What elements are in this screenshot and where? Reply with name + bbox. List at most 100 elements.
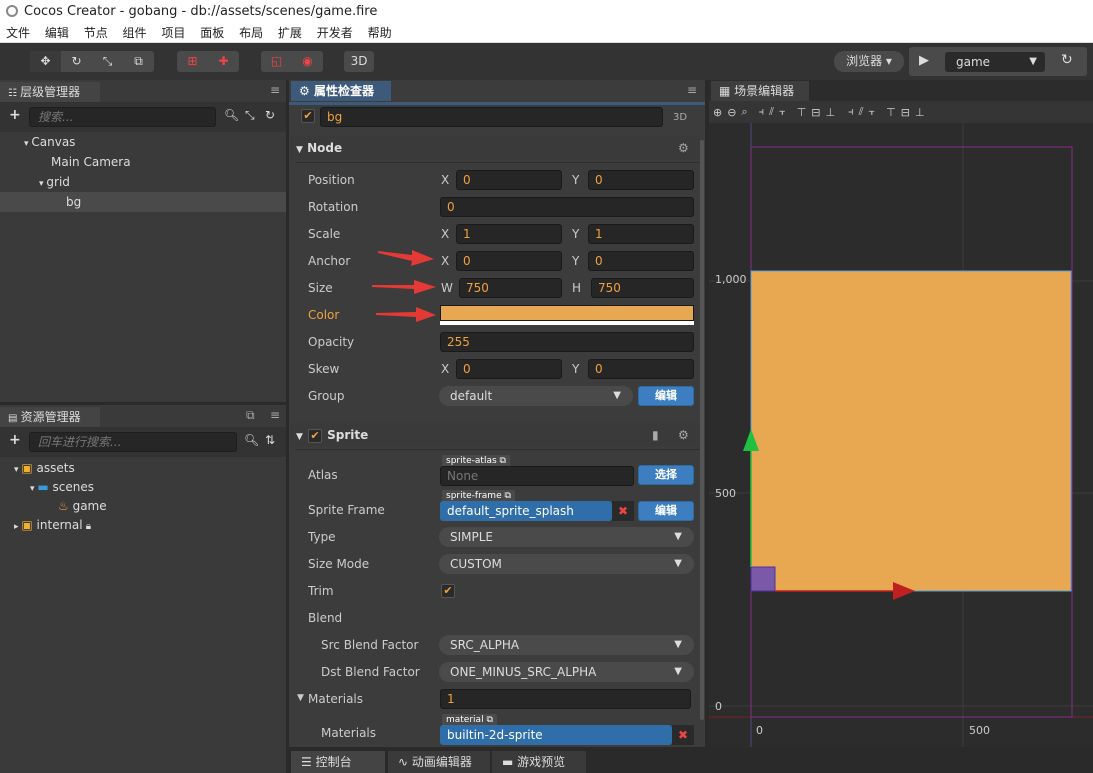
align-hcenter-icon[interactable]: ⫽ bbox=[769, 105, 774, 119]
group-edit-button[interactable]: 编辑 bbox=[638, 386, 694, 406]
align-top-icon[interactable]: ⊤ bbox=[797, 106, 807, 119]
asset-folder-internal[interactable]: ▸ ▣ internal 🔒︎ bbox=[14, 515, 91, 535]
menu-project[interactable]: 项目 bbox=[161, 26, 185, 40]
distribute-top-icon[interactable]: ⊤ bbox=[886, 106, 896, 119]
search-icon[interactable]: 🔍︎ bbox=[244, 433, 259, 447]
inspector-scrollbar[interactable] bbox=[700, 140, 704, 720]
distribute-vcenter-icon[interactable]: ⊟ bbox=[901, 106, 910, 119]
gear-icon[interactable]: ⚙ bbox=[678, 423, 689, 447]
sprite-enabled-checkbox[interactable]: ✔ bbox=[308, 429, 322, 443]
local-coord-icon[interactable]: ◱ bbox=[261, 51, 292, 72]
console-tab[interactable]: ☰ 控制台 bbox=[291, 751, 385, 773]
sprite-section-header[interactable]: ▼ Sprite ▮ ⚙ bbox=[290, 423, 700, 447]
tree-node-grid[interactable]: ▾ grid bbox=[39, 172, 70, 192]
tree-node-bg[interactable]: bg bbox=[0, 192, 286, 212]
sprite-frame-input[interactable]: default_sprite_splash bbox=[440, 501, 612, 521]
type-select[interactable]: SIMPLE ▼ bbox=[439, 527, 694, 547]
atlas-select-button[interactable]: 选择 bbox=[638, 465, 694, 485]
skew-y-input[interactable]: 0 bbox=[588, 359, 694, 379]
scene-canvas[interactable] bbox=[709, 123, 1093, 747]
3d-toggle[interactable]: 3D bbox=[344, 51, 374, 72]
menu-component[interactable]: 组件 bbox=[123, 26, 147, 40]
clear-icon[interactable]: ✖ bbox=[612, 501, 634, 521]
rotation-input[interactable]: 0 bbox=[440, 197, 694, 217]
dst-blend-select[interactable]: ONE_MINUS_SRC_ALPHA ▼ bbox=[439, 662, 694, 682]
align-right-icon[interactable]: ⫟ bbox=[779, 105, 786, 119]
sprite-frame-edit-button[interactable]: 编辑 bbox=[638, 501, 694, 521]
move-tool-icon[interactable]: ✥ bbox=[30, 51, 61, 72]
distribute-hcenter-icon[interactable]: ⫽ bbox=[859, 105, 864, 119]
refresh-icon[interactable]: ↻ bbox=[1061, 52, 1073, 68]
atlas-input[interactable]: None bbox=[440, 466, 634, 486]
menu-layout[interactable]: 布局 bbox=[239, 26, 263, 40]
anchor-x-input[interactable]: 0 bbox=[456, 251, 562, 271]
popout-icon[interactable]: ⧉ bbox=[246, 408, 255, 423]
menu-developer[interactable]: 开发者 bbox=[317, 26, 353, 40]
color-swatch[interactable] bbox=[440, 305, 694, 321]
animation-editor-tab[interactable]: ∿ 动画编辑器 bbox=[388, 751, 490, 773]
material-input[interactable]: builtin-2d-sprite bbox=[440, 725, 672, 745]
zoom-reset-icon[interactable]: ⌕ bbox=[741, 105, 747, 119]
size-h-input[interactable]: 750 bbox=[591, 278, 694, 298]
size-w-input[interactable]: 750 bbox=[459, 278, 562, 298]
position-x-input[interactable]: 0 bbox=[456, 170, 562, 190]
asset-folder-scenes[interactable]: ▾ ▬ scenes bbox=[30, 477, 94, 497]
gear-icon[interactable]: ⚙ bbox=[678, 136, 689, 160]
node-section-header[interactable]: ▼ Node ⚙ bbox=[290, 136, 700, 160]
book-icon[interactable]: ▮ bbox=[652, 423, 659, 447]
search-icon[interactable]: 🔍︎ bbox=[224, 108, 239, 122]
scale-x-input[interactable]: 1 bbox=[456, 224, 562, 244]
scene-editor-tab[interactable]: ▦ 场景编辑器 bbox=[711, 81, 809, 101]
menu-help[interactable]: 帮助 bbox=[368, 26, 392, 40]
inspector-tab[interactable]: ⚙ 属性检查器 bbox=[291, 81, 391, 101]
scale-tool-icon[interactable]: ⤡ bbox=[92, 51, 123, 72]
align-bottom-icon[interactable]: ⊥ bbox=[826, 106, 836, 119]
bg-sprite[interactable] bbox=[750, 270, 1072, 592]
skew-x-input[interactable]: 0 bbox=[456, 359, 562, 379]
menu-extension[interactable]: 扩展 bbox=[278, 26, 302, 40]
rotate-tool-icon[interactable]: ↻ bbox=[61, 51, 92, 72]
distribute-bottom-icon[interactable]: ⊥ bbox=[915, 106, 925, 119]
sort-icon[interactable]: ⇅ bbox=[265, 433, 275, 447]
asset-folder-assets[interactable]: ▾ ▣ assets bbox=[14, 458, 75, 478]
distribute-right-icon[interactable]: ⫟ bbox=[869, 105, 876, 119]
zoom-in-icon[interactable]: ⊕ bbox=[713, 106, 722, 119]
add-asset-icon[interactable]: + bbox=[9, 432, 21, 448]
hierarchy-tab[interactable]: ☷ 层级管理器 bbox=[0, 82, 100, 102]
rect-tool-icon[interactable]: ⧉ bbox=[123, 51, 154, 72]
refresh-icon[interactable]: ↻ bbox=[265, 108, 275, 122]
src-blend-select[interactable]: SRC_ALPHA ▼ bbox=[439, 635, 694, 655]
tree-node-canvas[interactable]: ▾ Canvas bbox=[24, 132, 75, 152]
anchor-handle[interactable] bbox=[750, 566, 776, 592]
materials-count-input[interactable]: 1 bbox=[440, 689, 691, 709]
trim-checkbox[interactable]: ✔ bbox=[441, 584, 455, 598]
panel-menu-icon[interactable]: ≡ bbox=[687, 83, 697, 97]
play-icon[interactable]: ▶ bbox=[919, 53, 929, 68]
game-preview-tab[interactable]: ▬ 游戏预览 bbox=[492, 751, 586, 773]
node-name-input[interactable]: bg bbox=[320, 107, 663, 127]
menu-edit[interactable]: 编辑 bbox=[45, 26, 69, 40]
node-active-checkbox[interactable]: ✔ bbox=[301, 109, 315, 123]
3d-mode-label[interactable]: 3D bbox=[673, 112, 687, 123]
add-node-icon[interactable]: + bbox=[9, 107, 21, 123]
position-y-input[interactable]: 0 bbox=[588, 170, 694, 190]
pivot-icon[interactable]: ⊞ bbox=[177, 51, 208, 72]
distribute-left-icon[interactable]: ⫞ bbox=[848, 105, 854, 119]
menu-file[interactable]: 文件 bbox=[6, 26, 30, 40]
size-mode-select[interactable]: CUSTOM ▼ bbox=[439, 554, 694, 574]
clear-icon[interactable]: ✖ bbox=[672, 725, 694, 745]
align-vcenter-icon[interactable]: ⊟ bbox=[811, 106, 820, 119]
tree-node-main-camera[interactable]: Main Camera bbox=[51, 152, 131, 172]
assets-tab[interactable]: ▤ 资源管理器 bbox=[0, 407, 100, 427]
scene-select[interactable]: game ▼ bbox=[945, 52, 1045, 72]
menu-panel[interactable]: 面板 bbox=[200, 26, 224, 40]
expand-arrow-icon[interactable]: ▼ bbox=[297, 693, 304, 703]
zoom-out-icon[interactable]: ⊖ bbox=[727, 106, 736, 119]
browser-select[interactable]: 浏览器 ▾ bbox=[834, 51, 904, 72]
menu-node[interactable]: 节点 bbox=[84, 26, 108, 40]
group-select[interactable]: default ▼ bbox=[439, 386, 633, 406]
hierarchy-search-input[interactable]: 搜索... bbox=[29, 107, 216, 127]
collapse-icon[interactable]: ⤡ bbox=[245, 108, 255, 123]
scale-y-input[interactable]: 1 bbox=[588, 224, 694, 244]
align-left-icon[interactable]: ⫞ bbox=[759, 105, 765, 119]
